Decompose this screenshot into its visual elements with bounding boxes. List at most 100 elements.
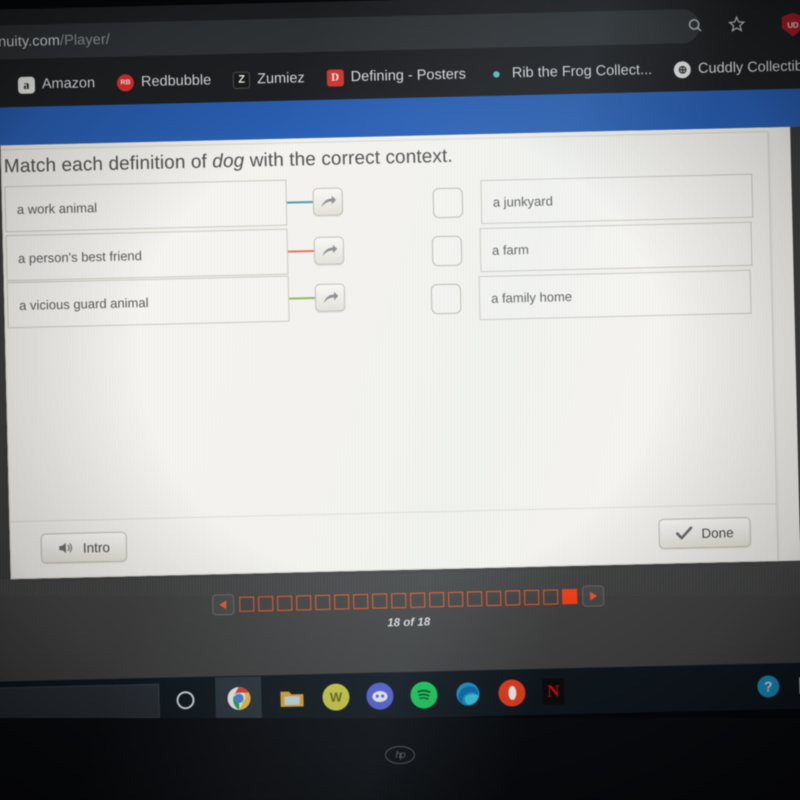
opera-icon[interactable]	[498, 678, 526, 707]
definition-box[interactable]: a vicious guard animal	[6, 275, 290, 329]
amazon-icon: a	[17, 76, 36, 94]
extension-badge[interactable]: UD	[781, 12, 800, 37]
arrow-right-curved-icon	[323, 291, 338, 303]
prompt-text-before: Match each definition of	[3, 151, 213, 178]
bookmark-item[interactable]: ● Rib the Frog Collect...	[477, 57, 664, 86]
drop-target-slot[interactable]	[432, 187, 464, 219]
definition-row: a person's best friend	[5, 227, 347, 282]
connector-line	[287, 250, 314, 253]
help-icon[interactable]: ?	[757, 675, 780, 698]
bookmark-item[interactable]: a Amazon	[7, 70, 107, 97]
bookmark-label: Redbubble	[140, 72, 212, 91]
pagination-square[interactable]	[410, 592, 426, 608]
pagination-square[interactable]	[239, 596, 255, 612]
definition-row: a vicious guard animal	[6, 274, 348, 329]
omnibox-actions	[683, 13, 748, 37]
pagination-square[interactable]	[562, 588, 578, 605]
pagination-square[interactable]	[391, 592, 407, 609]
definition-arrow-button[interactable]	[312, 187, 344, 217]
check-icon	[675, 526, 693, 540]
context-row: a junkyard	[432, 173, 754, 227]
pagination-square[interactable]	[296, 595, 312, 611]
pagination-square[interactable]	[543, 589, 559, 605]
globe-icon: ⊕	[673, 60, 692, 79]
definition-arrow-button[interactable]	[313, 236, 345, 266]
star-icon[interactable]	[725, 13, 748, 36]
url-text: enuity.com/Player/	[0, 32, 110, 51]
context-row: a farm	[431, 221, 753, 275]
chrome-icon[interactable]	[214, 676, 263, 722]
pagination-square[interactable]	[524, 589, 540, 606]
speaker-icon	[59, 542, 73, 554]
drop-target-slot[interactable]	[430, 283, 462, 315]
taskbar-search-input[interactable]	[0, 683, 160, 722]
zumiez-icon: Z	[232, 70, 251, 89]
bookmark-label: Rib the Frog Collect...	[511, 62, 653, 82]
bookmark-label: Defining - Posters	[350, 66, 467, 86]
connector-line	[289, 297, 316, 300]
prompt-keyword: dog	[212, 150, 245, 173]
intro-button[interactable]: Intro	[40, 531, 128, 564]
definition-box[interactable]: a person's best friend	[5, 228, 289, 282]
taskbar-icons: W N	[171, 669, 565, 722]
definition-label: a vicious guard animal	[18, 294, 149, 313]
balloon-icon: ●	[491, 65, 502, 83]
bookmark-item[interactable]: ⊕ Cuddly Collectibles...	[663, 53, 800, 82]
bookmark-label: Cuddly Collectibles...	[697, 57, 800, 77]
system-tray: ?	[757, 674, 800, 698]
pagination-square[interactable]	[315, 594, 331, 611]
defining-posters-icon: D	[326, 68, 344, 87]
pagination-square[interactable]	[448, 591, 464, 607]
pagination-square[interactable]	[258, 596, 274, 612]
context-label: a family home	[490, 288, 573, 306]
pagination-square[interactable]	[277, 595, 293, 611]
arrow-right-curved-icon	[320, 195, 336, 207]
discord-icon[interactable]	[366, 681, 394, 710]
drop-target-slot[interactable]	[431, 235, 463, 267]
pagination-square[interactable]	[505, 590, 521, 606]
pagination-square[interactable]	[372, 593, 388, 609]
definition-label: a work animal	[16, 199, 98, 217]
pagination-square[interactable]	[467, 591, 483, 607]
laptop-screen-photo: enuity.com/Player/ UD er	[0, 0, 800, 800]
bookmark-label: Zumiez	[256, 70, 305, 88]
arrow-right-curved-icon	[321, 244, 337, 256]
definition-box[interactable]: a work animal	[4, 179, 288, 233]
done-button-label: Done	[701, 524, 734, 541]
done-button[interactable]: Done	[658, 516, 752, 549]
edge-icon[interactable]	[454, 680, 482, 708]
bookmark-item[interactable]: D Defining - Posters	[315, 62, 477, 91]
url-path: /Player/	[59, 31, 111, 49]
pagination-next-button[interactable]	[581, 585, 605, 607]
pagination-square[interactable]	[334, 594, 350, 610]
context-label: a junkyard	[492, 192, 553, 210]
context-box[interactable]: a family home	[478, 269, 752, 321]
connector-line	[286, 201, 313, 204]
pagination-prev-button[interactable]	[212, 594, 235, 616]
search-icon[interactable]	[683, 14, 706, 37]
definition-label: a person's best friend	[17, 247, 143, 266]
file-explorer-icon[interactable]	[278, 684, 306, 712]
context-box[interactable]: a farm	[479, 221, 753, 273]
matching-activity-panel: Match each definition of dog with the co…	[0, 131, 779, 580]
bookmark-item[interactable]: Z Zumiez	[222, 65, 316, 92]
wattpad-icon[interactable]: W	[322, 682, 350, 711]
screen-plane: enuity.com/Player/ UD er	[0, 0, 800, 745]
pagination-squares	[239, 588, 578, 612]
context-label: a farm	[491, 241, 529, 258]
pagination-square[interactable]	[353, 593, 369, 610]
pagination-square[interactable]	[486, 590, 502, 607]
intro-button-label: Intro	[82, 539, 111, 556]
bookmark-item[interactable]: RB Redbubble	[106, 68, 223, 96]
netflix-icon[interactable]: N	[542, 678, 565, 705]
context-box[interactable]: a junkyard	[480, 173, 754, 225]
url-host: enuity.com	[0, 32, 61, 51]
cortana-icon[interactable]	[171, 686, 199, 714]
definition-arrow-button[interactable]	[314, 283, 346, 313]
spotify-icon[interactable]	[410, 680, 438, 709]
pagination-square[interactable]	[429, 592, 445, 608]
prompt-text-after: with the correct context.	[244, 145, 454, 172]
definition-row: a work animal	[4, 178, 345, 233]
triangle-left-icon	[219, 600, 227, 610]
context-row: a family home	[430, 269, 752, 323]
